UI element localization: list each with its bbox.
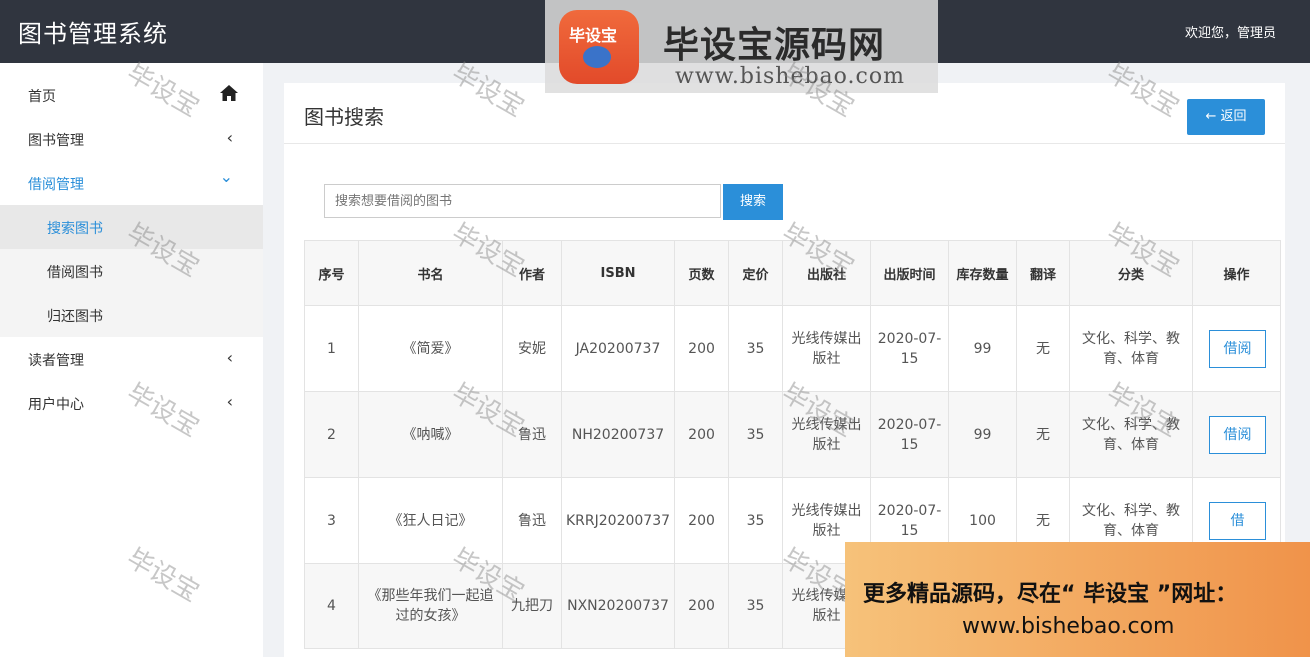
cell-name: 《那些年我们一起追过的女孩》 [358, 563, 503, 649]
chevron-left-icon: ‹ [226, 348, 233, 367]
sidebar-subitem-label: 搜索图书 [47, 221, 103, 237]
sidebar-item-reader-management[interactable]: 读者管理 ‹ [0, 337, 263, 381]
ad-text: 更多精品源码，尽在“ 毕设宝 ”网址： [863, 582, 1238, 607]
home-icon [220, 85, 238, 101]
column-header: 翻译 [1016, 240, 1071, 306]
column-header: 操作 [1192, 240, 1282, 306]
cell-translate: 无 [1016, 391, 1071, 478]
table-row: 2 《呐喊》 鲁迅 NH20200737 200 35 光线传媒出版社 2020… [304, 391, 1282, 478]
column-header: 库存数量 [948, 240, 1018, 306]
ad-banner: 更多精品源码，尽在“ 毕设宝 ”网址： www.bishebao.com [845, 542, 1310, 657]
sidebar-subitem-return-books[interactable]: 归还图书 [0, 293, 263, 337]
sidebar-item-label: 读者管理 [28, 353, 84, 369]
column-header: 分类 [1069, 240, 1194, 306]
column-header: 作者 [502, 240, 562, 306]
column-header: 出版时间 [870, 240, 950, 306]
welcome-text: 欢迎您，管理员 [1184, 26, 1276, 41]
cell-stock: 99 [948, 305, 1018, 392]
cell-action: 借阅 [1192, 305, 1282, 392]
column-header: 书名 [358, 240, 503, 306]
sidebar-item-book-management[interactable]: 图书管理 ‹ [0, 117, 263, 161]
cell-name: 《呐喊》 [358, 391, 503, 478]
chevron-down-icon: ⌄ [219, 167, 233, 186]
cell-pages: 200 [674, 391, 730, 478]
cell-price: 35 [728, 391, 784, 478]
cell-action: 借阅 [1192, 391, 1282, 478]
cell-author: 九把刀 [502, 563, 562, 649]
cell-author: 鲁迅 [502, 391, 562, 478]
page-title: 图书搜索 [304, 105, 384, 129]
cell-name: 《狂人日记》 [358, 477, 503, 564]
table-row: 1 《简爱》 安妮 JA20200737 200 35 光线传媒出版社 2020… [304, 305, 1282, 392]
cell-isbn: NH20200737 [560, 391, 676, 478]
cell-pages: 200 [674, 477, 730, 564]
logo-badge-dot [583, 46, 611, 68]
column-header: 出版社 [782, 240, 872, 306]
watermark-logo: 毕设宝 毕设宝源码网 www.bishebao.com [545, 0, 938, 93]
column-header: ISBN [560, 240, 676, 306]
sidebar-subitem-label: 借阅图书 [47, 265, 103, 281]
cell-isbn: KRRJ20200737 [560, 477, 676, 564]
search-button[interactable]: 搜索 [723, 184, 783, 220]
cell-no: 1 [304, 305, 359, 392]
logo-brand-text: 毕设宝源码网 [663, 25, 886, 66]
cell-name: 《简爱》 [358, 305, 503, 392]
back-button[interactable]: ← 返回 [1187, 99, 1265, 135]
cell-no: 2 [304, 391, 359, 478]
sidebar-item-home[interactable]: 首页 [0, 73, 263, 117]
divider [284, 143, 1285, 144]
cell-no: 4 [304, 563, 359, 649]
sidebar-item-label: 用户中心 [28, 397, 84, 413]
cell-author: 鲁迅 [502, 477, 562, 564]
sidebar-item-borrow-management[interactable]: 借阅管理 ⌄ [0, 161, 263, 205]
cell-price: 35 [728, 477, 784, 564]
sidebar-item-user-center[interactable]: 用户中心 ‹ [0, 381, 263, 425]
app-title: 图书管理系统 [18, 20, 168, 48]
cell-author: 安妮 [502, 305, 562, 392]
sidebar-subitem-label: 归还图书 [47, 309, 103, 325]
cell-pages: 200 [674, 305, 730, 392]
sidebar-subitem-search-books[interactable]: 搜索图书 [0, 205, 263, 249]
cell-price: 35 [728, 563, 784, 649]
cell-isbn: JA20200737 [560, 305, 676, 392]
logo-badge: 毕设宝 [559, 10, 639, 84]
sidebar-item-label: 首页 [28, 89, 56, 105]
cell-stock: 99 [948, 391, 1018, 478]
borrow-button[interactable]: 借 [1209, 502, 1267, 540]
cell-isbn: NXN20200737 [560, 563, 676, 649]
borrow-button[interactable]: 借阅 [1209, 330, 1267, 368]
logo-url-text: www.bishebao.com [675, 64, 905, 89]
cell-pages: 200 [674, 563, 730, 649]
table-header-row: 序号 书名 作者 ISBN 页数 定价 出版社 出版时间 库存数量 翻译 分类 … [304, 240, 1282, 306]
ad-url: www.bishebao.com [962, 614, 1175, 639]
cell-translate: 无 [1016, 305, 1071, 392]
column-header: 序号 [304, 240, 359, 306]
cell-publisher: 光线传媒出版社 [782, 305, 872, 392]
chevron-left-icon: ‹ [226, 128, 233, 147]
cell-price: 35 [728, 305, 784, 392]
sidebar-item-label: 图书管理 [28, 133, 84, 149]
sidebar-item-label: 借阅管理 [28, 177, 84, 193]
sidebar: 首页 图书管理 ‹ 借阅管理 ⌄ 搜索图书 借阅图书 归还图书 读者管理 ‹ 用… [0, 63, 263, 657]
search-input[interactable] [324, 184, 721, 218]
sidebar-subitem-borrow-books[interactable]: 借阅图书 [0, 249, 263, 293]
cell-publisher: 光线传媒出版社 [782, 391, 872, 478]
cell-date: 2020-07-15 [870, 391, 950, 478]
logo-badge-text: 毕设宝 [569, 26, 618, 45]
cell-no: 3 [304, 477, 359, 564]
cell-category: 文化、科学、教育、体育 [1069, 305, 1194, 392]
column-header: 定价 [728, 240, 784, 306]
cell-date: 2020-07-15 [870, 305, 950, 392]
borrow-button[interactable]: 借阅 [1209, 416, 1267, 454]
cell-category: 文化、科学、教育、体育 [1069, 391, 1194, 478]
chevron-left-icon: ‹ [226, 392, 233, 411]
column-header: 页数 [674, 240, 730, 306]
